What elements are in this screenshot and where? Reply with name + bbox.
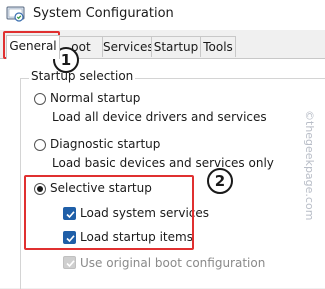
normal-startup-label[interactable]: Normal startup xyxy=(50,91,140,105)
diagnostic-startup-radio[interactable] xyxy=(34,139,46,151)
normal-startup-radio[interactable] xyxy=(34,93,46,105)
tab-tools[interactable]: Tools xyxy=(200,36,236,57)
normal-startup-desc: Load all device drivers and services xyxy=(52,110,267,124)
title-bar: System Configuration xyxy=(0,0,325,30)
watermark: ©thegeekpage.com xyxy=(303,110,320,240)
step-2-badge: 2 xyxy=(207,168,233,194)
use-original-boot-config-checkbox xyxy=(63,256,76,269)
diagnostic-startup-desc: Load basic devices and services only xyxy=(52,156,274,170)
tab-services[interactable]: Services xyxy=(102,36,154,57)
selective-startup-highlight xyxy=(24,175,194,250)
use-original-boot-config-label: Use original boot configuration xyxy=(80,256,266,270)
diagnostic-startup-label[interactable]: Diagnostic startup xyxy=(50,137,160,151)
window-title: System Configuration xyxy=(33,6,174,21)
group-label: Startup selection xyxy=(29,69,136,83)
watermark-text: ©thegeekpage.com xyxy=(303,110,316,221)
system-config-icon xyxy=(6,5,26,23)
tab-strip: General oot Services Startup Tools xyxy=(0,35,325,59)
tab-startup[interactable]: Startup xyxy=(151,36,201,57)
tab-general[interactable]: General xyxy=(6,35,60,59)
checkmark-icon xyxy=(66,260,75,268)
